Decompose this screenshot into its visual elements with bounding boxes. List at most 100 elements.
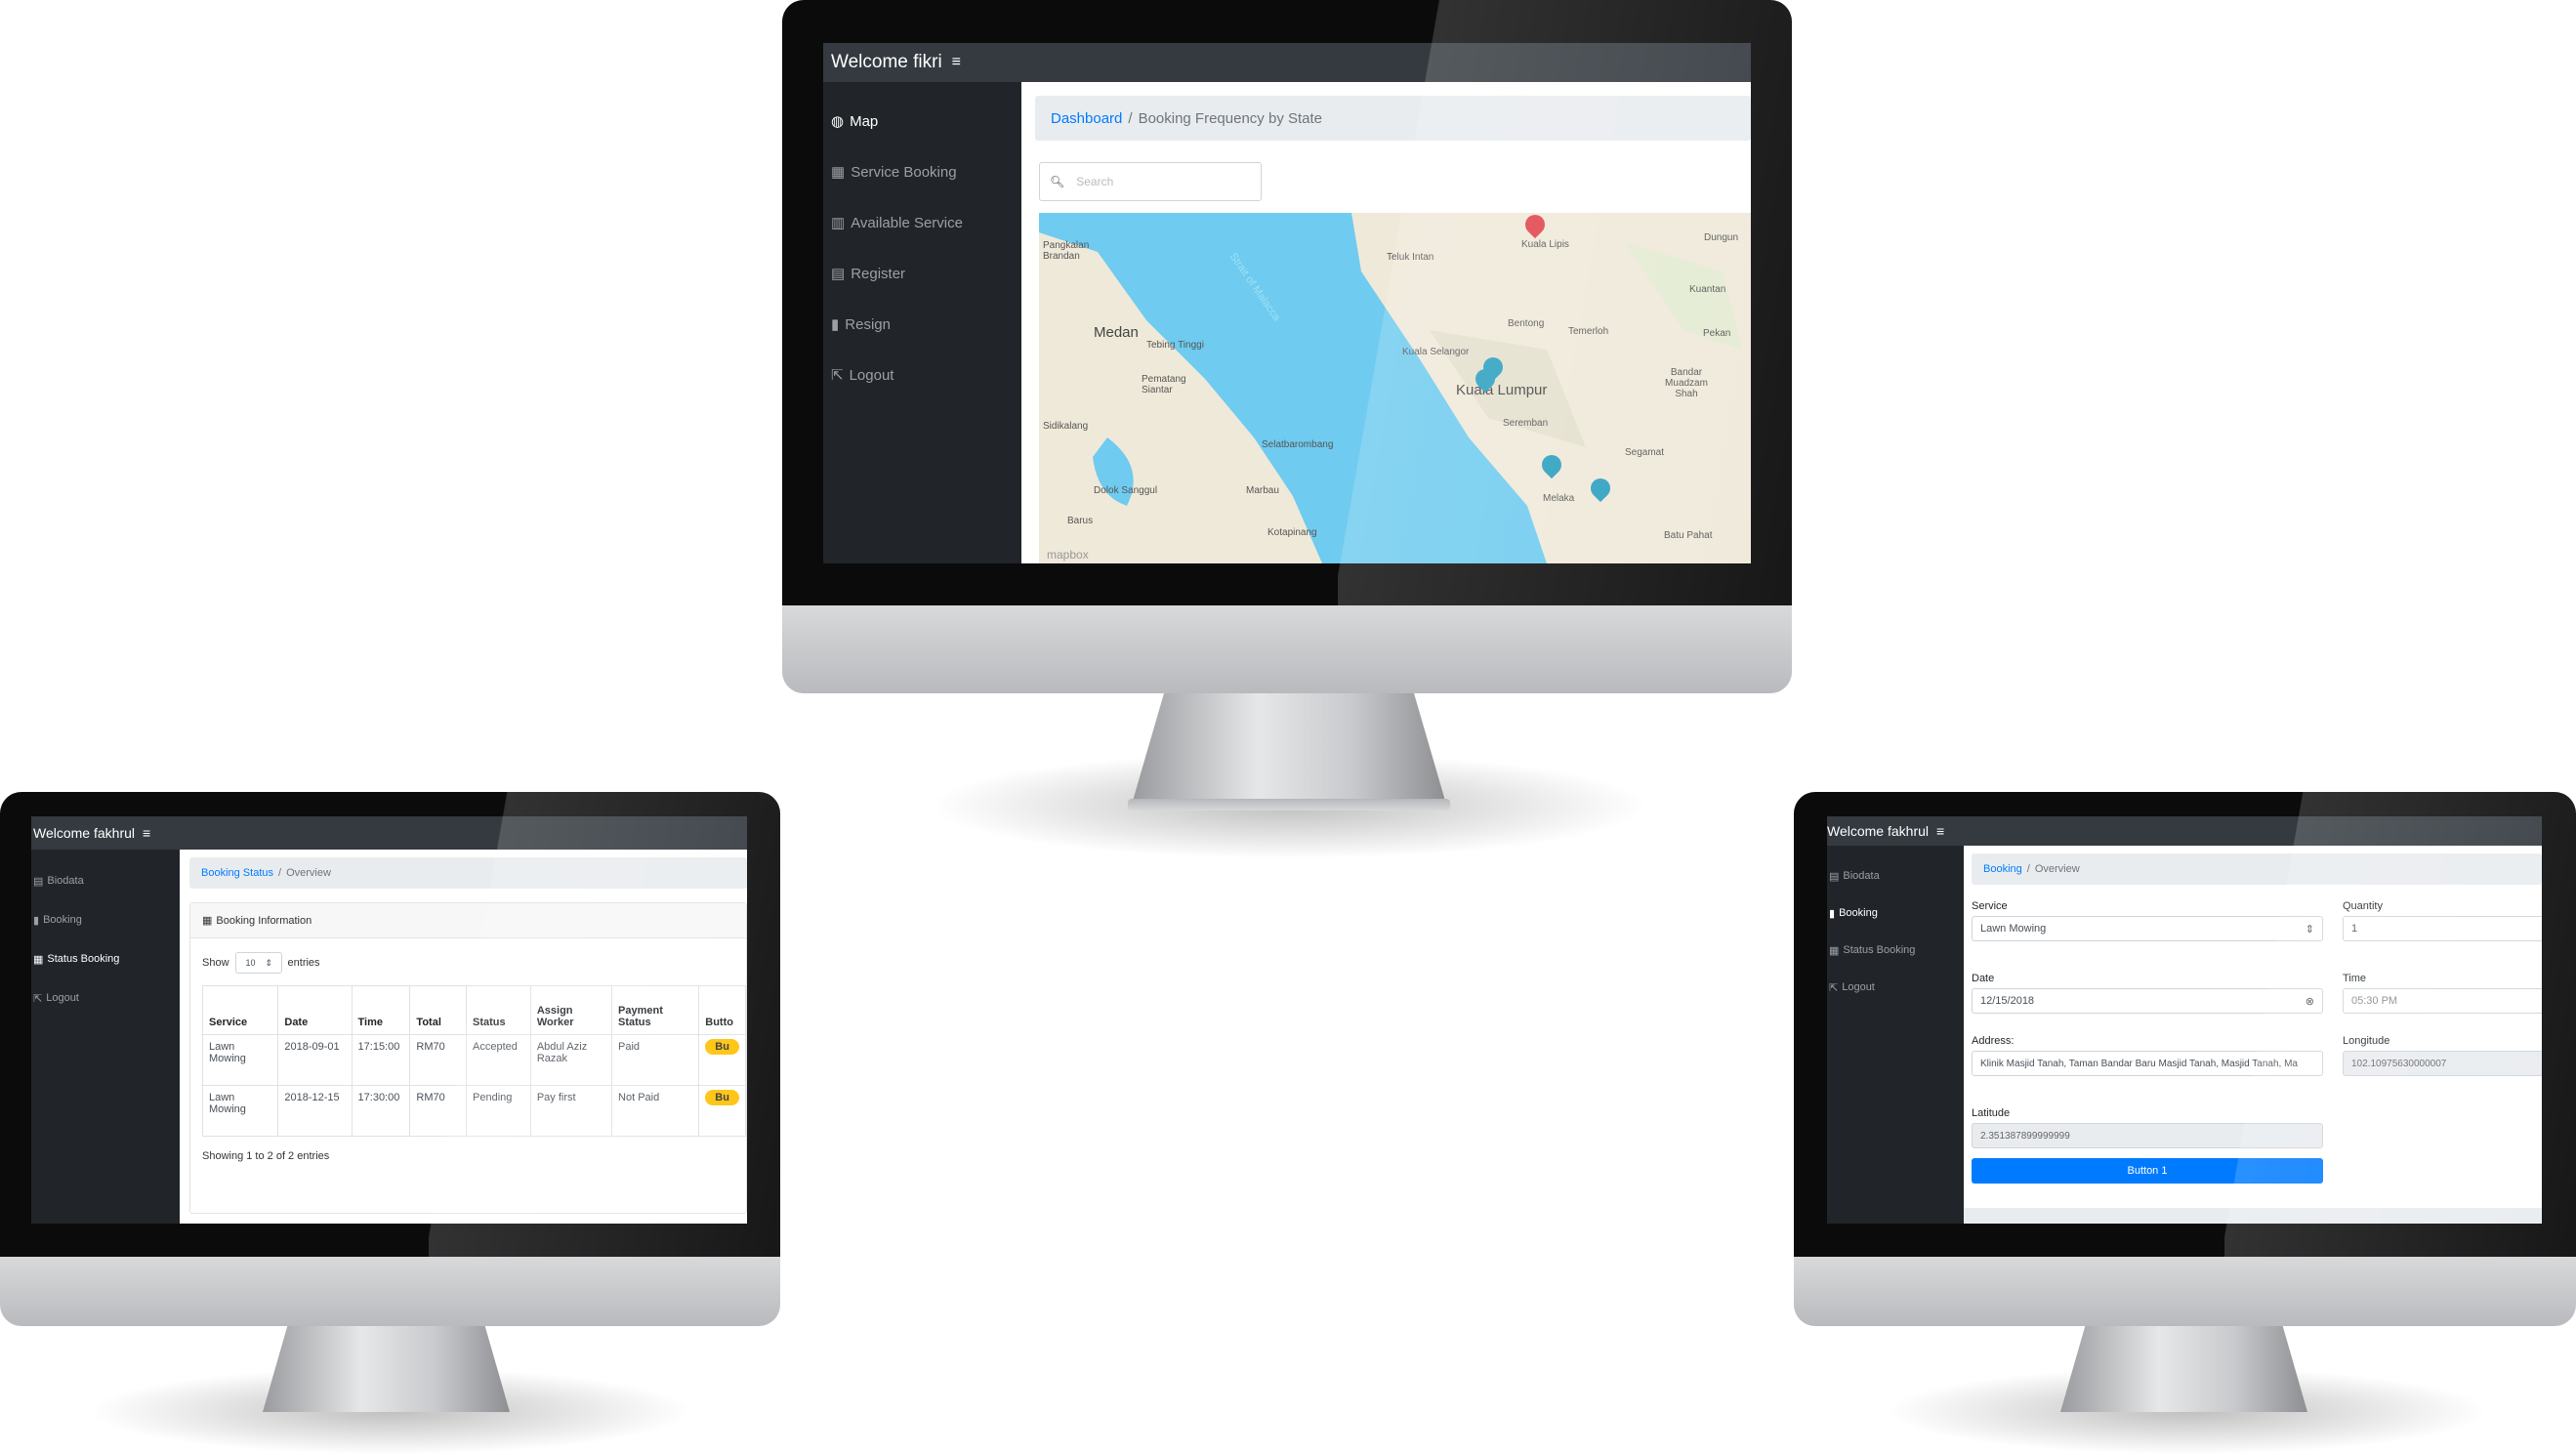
- place-label-seremban: Seremban: [1503, 418, 1549, 429]
- sidebar-item-available-service[interactable]: ▥ Available Service: [823, 197, 1021, 248]
- place-label-kuantan: Kuantan: [1689, 284, 1726, 295]
- cell-value: Accepted: [473, 1041, 518, 1053]
- hamburger-icon[interactable]: ≡: [952, 54, 961, 71]
- date-label: Date: [1972, 973, 1995, 984]
- id-card-icon: ▤: [33, 875, 44, 888]
- place-label-selatbarombang: Selatbarombang: [1262, 439, 1334, 450]
- place-label-tebing-tinggi: Tebing Tinggi: [1146, 340, 1204, 351]
- monitor-top-chin: [782, 605, 1792, 693]
- booking-card: ▦ Booking Information Show 10 ⇕ entries Se…: [189, 902, 747, 1214]
- monitor-right-chin: [1794, 1257, 2576, 1326]
- column-header[interactable]: Payment Status: [611, 985, 700, 1035]
- action-button[interactable]: Bu: [705, 1090, 739, 1105]
- map-search-input[interactable]: 🔍︎ Search: [1039, 162, 1262, 201]
- welcome-title: Welcome fakhrul: [1827, 823, 1930, 839]
- sidebar-item-map[interactable]: ◍ Map: [823, 96, 1021, 146]
- footer-bar: [1964, 1208, 2542, 1224]
- monitor-top-screen: Welcome fikri ≡ ◍ Map ▦ Service Booking ▥ A…: [823, 43, 1751, 563]
- cell-value: 2018-09-01: [284, 1041, 340, 1053]
- sidebar-item-status-booking[interactable]: ▦ Status Booking: [31, 939, 180, 978]
- column-header[interactable]: Date: [277, 985, 353, 1035]
- place-label-batu-pahat: Batu Pahat: [1664, 530, 1713, 541]
- main-content: Booking Status / Overview ▦ Booking Informa…: [180, 850, 747, 1224]
- clear-icon[interactable]: ⊗: [2306, 995, 2314, 1008]
- date-input[interactable]: 12/15/2018 ⊗: [1972, 988, 2323, 1014]
- quantity-label: Quantity: [2343, 900, 2383, 912]
- action-button[interactable]: Bu: [705, 1039, 739, 1055]
- sidebar-item-register[interactable]: ▤ Register: [823, 248, 1021, 299]
- sidebar-item-booking[interactable]: ▮ Booking: [31, 900, 180, 939]
- cell-value: Paid: [618, 1041, 641, 1053]
- logout-icon: ⇱: [1829, 981, 1839, 994]
- monitor-top-stand: [1133, 693, 1445, 801]
- address-input[interactable]: Klinik Masjid Tanah, Taman Bandar Baru M…: [1972, 1051, 2323, 1076]
- place-label-teluk-intan: Teluk Intan: [1387, 252, 1434, 263]
- entries-select[interactable]: 10 ⇕: [234, 952, 282, 974]
- place-label-barus: Barus: [1067, 516, 1094, 526]
- place-label-kotapinang: Kotapinang: [1267, 527, 1317, 538]
- sidebar-item-status-booking[interactable]: ▦ Status Booking: [1827, 932, 1964, 969]
- breadcrumb: Booking / Overview: [1972, 853, 2542, 885]
- breadcrumb-link-booking-status[interactable]: Booking Status: [201, 867, 273, 879]
- place-label-medan: Medan: [1094, 324, 1139, 341]
- monitor-right-stand: [2060, 1326, 2307, 1412]
- column-header[interactable]: Butto: [698, 985, 746, 1035]
- bookings-table: Service Date Time Total Status Assign Worker P…: [201, 985, 746, 1137]
- breadcrumb-link-booking[interactable]: Booking: [1983, 863, 2022, 875]
- place-label-pekan: Pekan: [1703, 328, 1731, 339]
- column-header[interactable]: Total: [409, 985, 468, 1035]
- place-label-kuala-lumpur: Kuala Lumpur: [1456, 382, 1548, 398]
- cell-value: 17:30:00: [357, 1092, 400, 1103]
- latitude-input[interactable]: 2.351387899999999: [1972, 1123, 2323, 1148]
- table-icon: ▦: [202, 915, 213, 927]
- sidebar-item-logout[interactable]: ⇱ Logout: [1827, 969, 1964, 1006]
- column-header[interactable]: Service: [201, 985, 279, 1035]
- welcome-title: Welcome fakhrul: [33, 825, 136, 841]
- column-header[interactable]: Assign Worker: [529, 985, 613, 1035]
- place-label-marbau: Marbau: [1246, 485, 1279, 496]
- longitude-input[interactable]: 102.10975630000007: [2343, 1051, 2542, 1076]
- clipboard-icon: ▮: [1829, 907, 1836, 920]
- service-select[interactable]: Lawn Mowing ⇕: [1972, 916, 2323, 941]
- sidebar-item-booking[interactable]: ▮ Booking: [1827, 894, 1964, 932]
- time-input[interactable]: 05:30 PM: [2343, 988, 2542, 1014]
- hamburger-icon[interactable]: ≡: [1936, 823, 1944, 839]
- submit-button[interactable]: Button 1: [1972, 1158, 2323, 1184]
- monitor-top-bezel: Welcome fikri ≡ ◍ Map ▦ Service Booking ▥ A…: [782, 0, 1792, 605]
- sidebar-item-biodata[interactable]: ▤ Biodata: [1827, 857, 1964, 894]
- quantity-input[interactable]: 1: [2343, 916, 2542, 941]
- entries-length: Show 10 ⇕ entries: [202, 952, 746, 974]
- place-label-sidikalang: Sidikalang: [1043, 421, 1089, 432]
- sidebar-item-logout[interactable]: ⇱ Logout: [823, 350, 1021, 400]
- id-card-icon: ▤: [831, 266, 846, 282]
- cell-value: Pay first: [536, 1092, 576, 1103]
- sidebar: ◍ Map ▦ Service Booking ▥ Available Service…: [823, 82, 1021, 563]
- sort-icon: ⇕: [265, 957, 273, 968]
- place-label-melaka: Melaka: [1543, 493, 1575, 504]
- map[interactable]: Strait of Malacca Pangkalan Brandan Meda…: [1039, 213, 1751, 563]
- breadcrumb: Dashboard / Booking Frequency by State: [1035, 96, 1751, 141]
- sidebar-item-service-booking[interactable]: ▦ Service Booking: [823, 146, 1021, 197]
- cell-value: 2018-12-15: [284, 1092, 340, 1103]
- welcome-title: Welcome fikri: [831, 52, 942, 72]
- hamburger-icon[interactable]: ≡: [143, 825, 150, 841]
- sidebar-item-resign[interactable]: ▮ Resign: [823, 299, 1021, 350]
- monitor-right-bezel: Welcome fakhrul ≡ ▤ Biodata ▮ Booking ▦ Stat…: [1794, 792, 2576, 1257]
- sidebar-item-biodata[interactable]: ▤ Biodata: [31, 861, 180, 900]
- monitor-top-base: [1128, 799, 1450, 811]
- column-header[interactable]: Time: [351, 985, 411, 1035]
- table-icon: ▦: [831, 164, 846, 181]
- address-label: Address:: [1972, 1035, 2015, 1047]
- column-header[interactable]: Status: [466, 985, 531, 1035]
- breadcrumb-current: Overview: [2034, 863, 2080, 875]
- place-label-pangkalan-brandan: Pangkalan Brandan: [1043, 240, 1090, 262]
- monitor-left-bezel: Welcome fakhrul ≡ ▤ Biodata ▮ Booking ▦ Stat…: [0, 792, 780, 1257]
- table-row: Lawn Mowing 2018-12-15 17:30:00 RM70 Pending…: [201, 1085, 746, 1137]
- sidebar-item-logout[interactable]: ⇱ Logout: [31, 978, 180, 1018]
- place-label-bandar-muadzam-shah: Bandar Muadzam Shah: [1665, 367, 1708, 399]
- clipboard-icon: ▮: [33, 914, 40, 927]
- breadcrumb-link-dashboard[interactable]: Dashboard: [1051, 110, 1122, 127]
- breadcrumb: Booking Status / Overview: [189, 857, 747, 889]
- place-label-temerloh: Temerloh: [1568, 326, 1609, 337]
- right-navbar: Welcome fakhrul ≡: [1827, 816, 2542, 846]
